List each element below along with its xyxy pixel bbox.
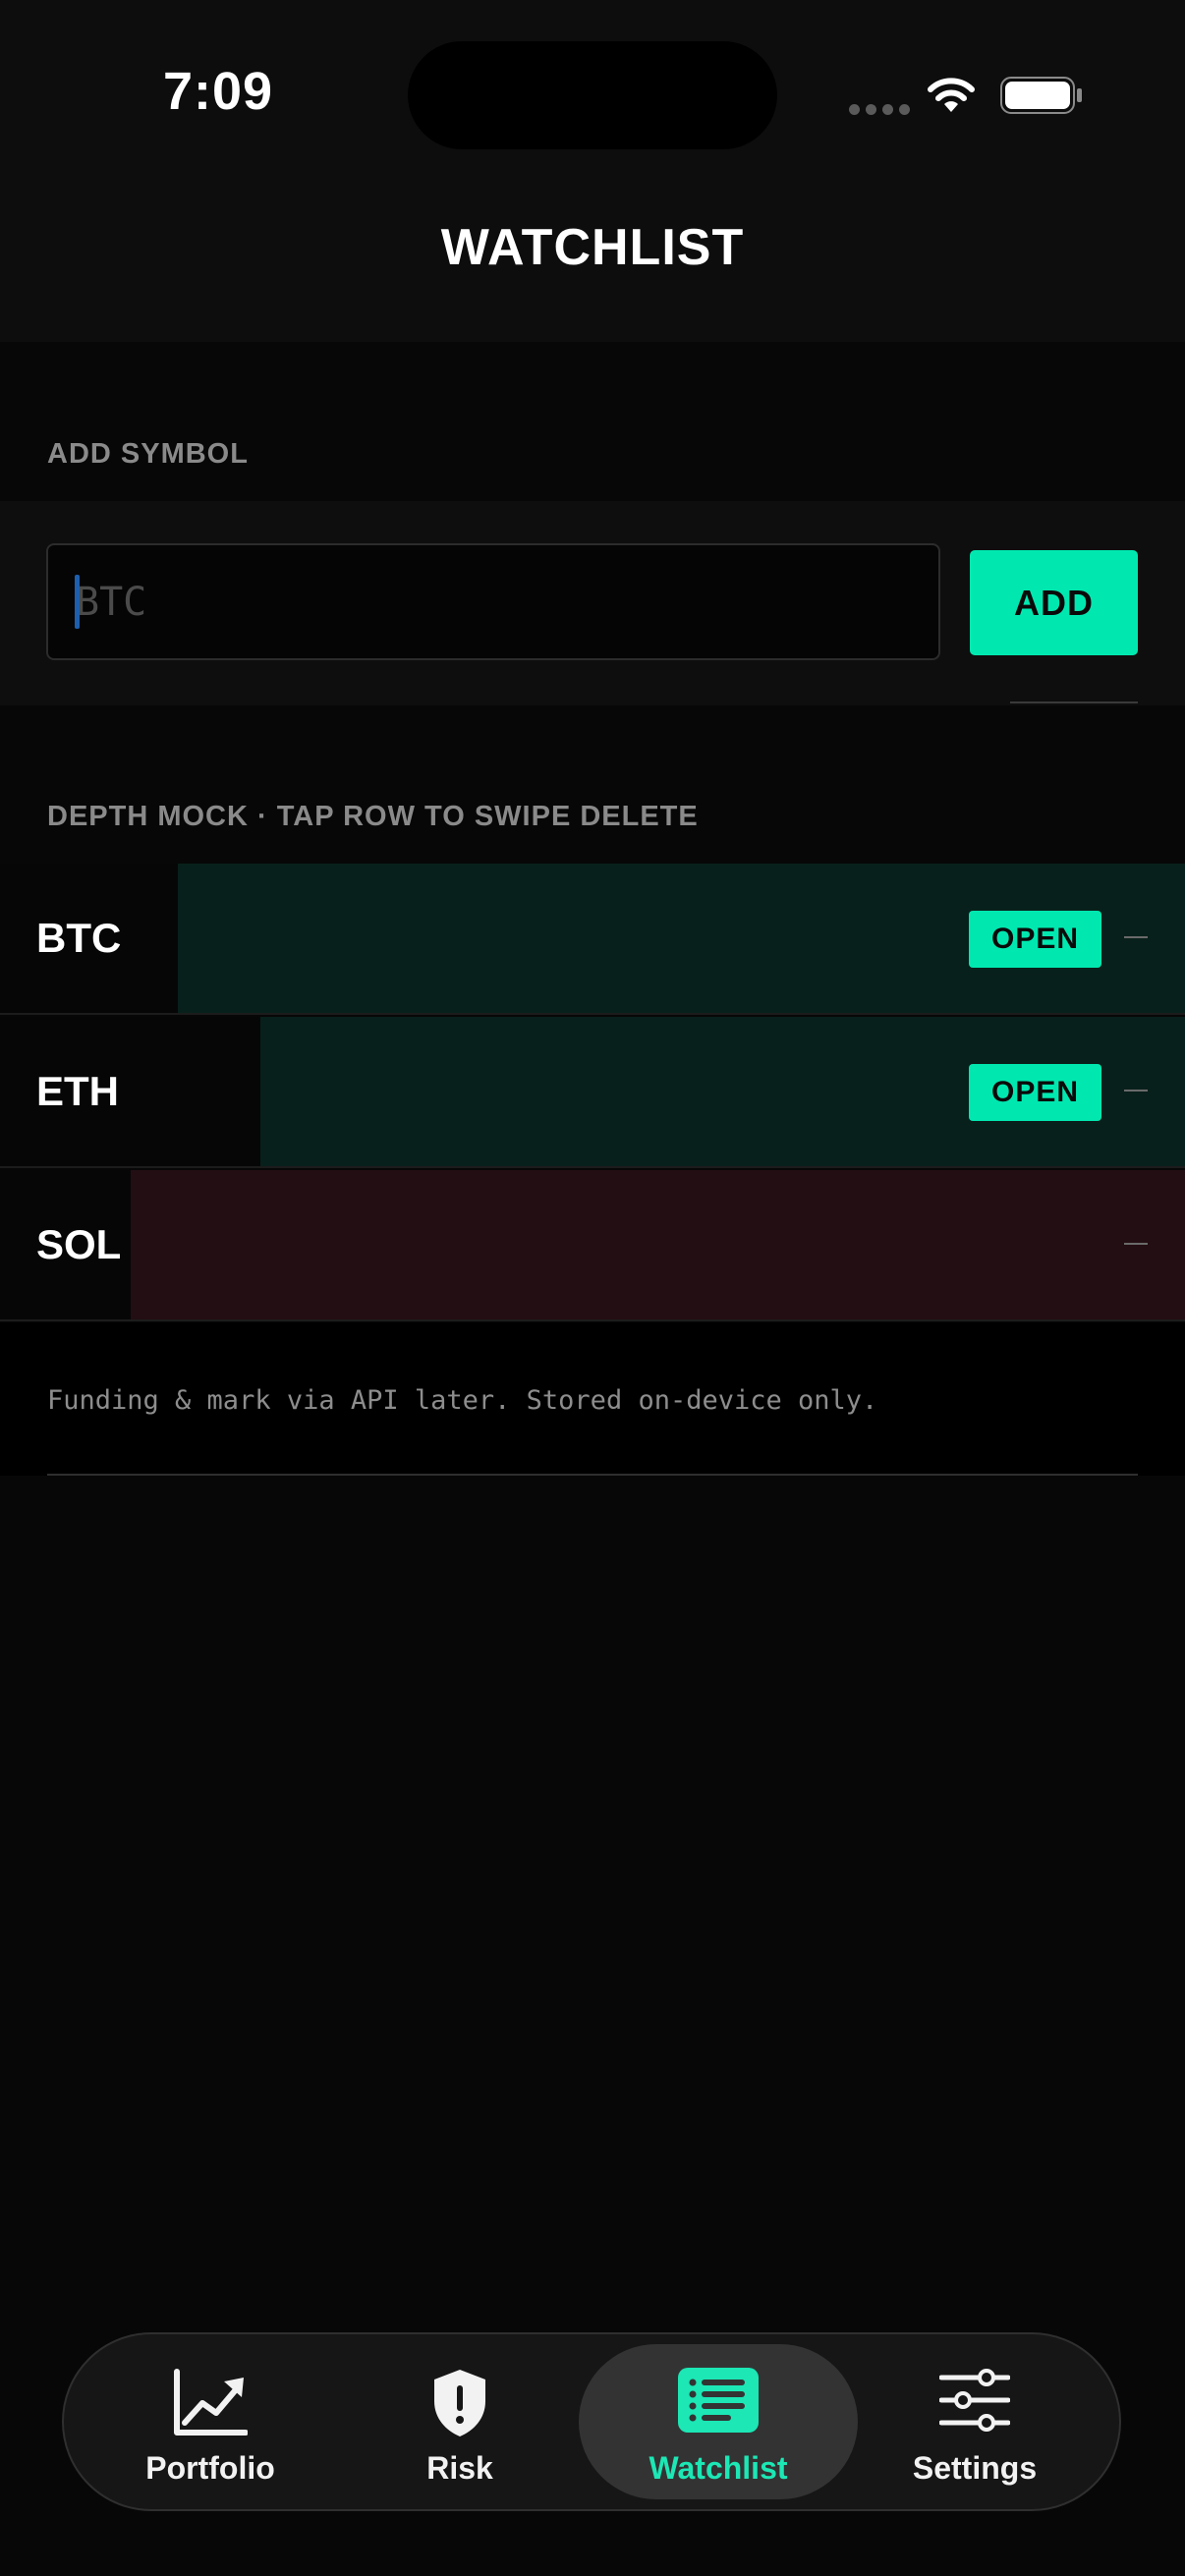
sliders-icon — [939, 2369, 1010, 2432]
tab-label: Portfolio — [145, 2450, 275, 2486]
status-time: 7:09 — [163, 62, 274, 121]
tab-watchlist[interactable]: Watchlist — [579, 2344, 858, 2499]
depth-list-label: DEPTH MOCK · TAP ROW TO SWIPE DELETE — [47, 801, 699, 832]
cellular-signal-icon — [849, 102, 912, 116]
depth-bar — [130, 1170, 1185, 1319]
footer-note: Funding & mark via API later. Stored on-… — [47, 1385, 878, 1416]
chart-line-icon — [174, 2369, 248, 2436]
tab-portfolio[interactable]: Portfolio — [107, 2334, 313, 2509]
page-title: WATCHLIST — [440, 219, 745, 276]
tab-settings[interactable]: Settings — [872, 2334, 1078, 2509]
row-symbol: BTC — [36, 915, 122, 961]
symbol-input[interactable] — [46, 543, 940, 660]
tab-label: Settings — [912, 2450, 1038, 2486]
shield-exclamation-icon — [434, 2370, 485, 2436]
divider — [47, 1474, 1138, 1476]
tab-label: Watchlist — [649, 2450, 788, 2486]
row-symbol: SOL — [36, 1221, 122, 1267]
open-badge[interactable]: OPEN — [969, 1064, 1101, 1121]
open-badge[interactable]: OPEN — [969, 911, 1101, 968]
watchlist-row-btc[interactable]: BTC OPEN — [0, 864, 1185, 1015]
remove-icon[interactable] — [1124, 936, 1148, 938]
watchlist-row-eth[interactable]: ETH OPEN — [0, 1017, 1185, 1168]
text-caret — [75, 575, 80, 629]
remove-icon[interactable] — [1124, 1090, 1148, 1092]
list-icon — [678, 2368, 759, 2433]
dynamic-island — [408, 41, 777, 149]
watchlist-row-sol[interactable]: SOL — [0, 1170, 1185, 1321]
remove-icon[interactable] — [1124, 1243, 1148, 1245]
tab-label: Risk — [426, 2450, 493, 2486]
tab-risk[interactable]: Risk — [357, 2334, 563, 2509]
wifi-icon — [928, 78, 975, 112]
row-symbol: ETH — [36, 1068, 119, 1114]
divider — [1010, 701, 1138, 703]
tab-bar: Portfolio Risk Watchlist Settings — [62, 2332, 1121, 2511]
battery-icon — [1000, 77, 1082, 114]
add-button[interactable]: ADD — [970, 550, 1138, 655]
add-symbol-label: ADD SYMBOL — [47, 438, 249, 470]
